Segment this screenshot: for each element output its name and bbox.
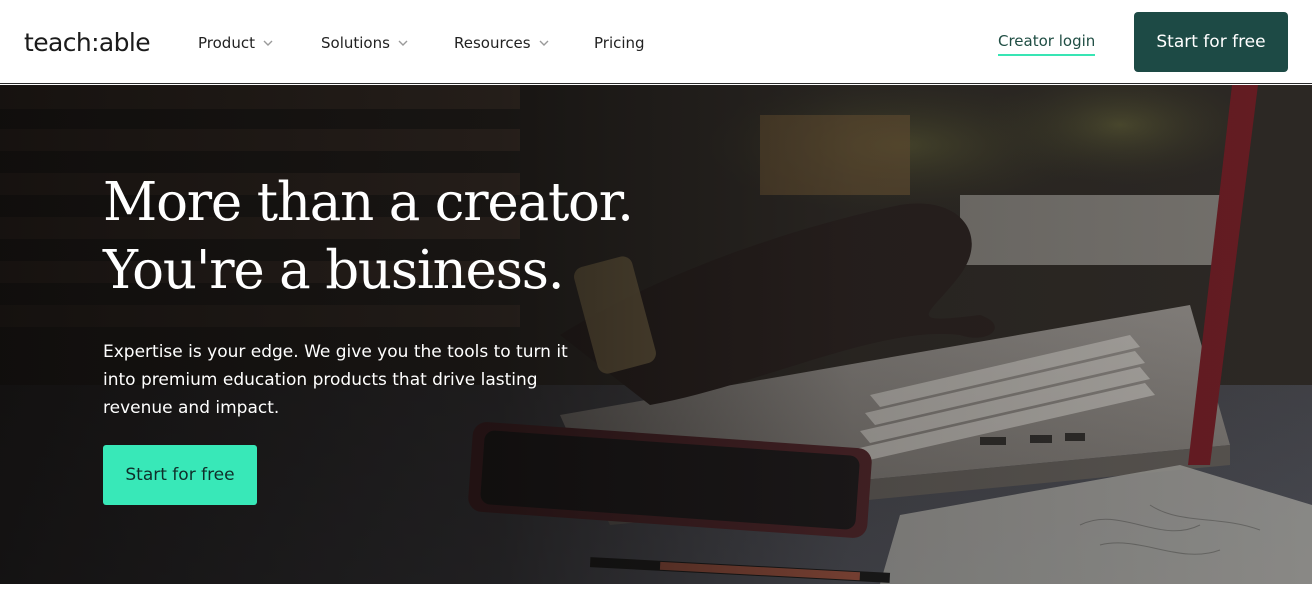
- creator-login-link[interactable]: Creator login: [998, 32, 1096, 56]
- nav-item-label: Solutions: [321, 34, 390, 52]
- nav-item-pricing[interactable]: Pricing: [594, 32, 645, 54]
- hero-start-free-button[interactable]: Start for free: [103, 445, 257, 505]
- nav-item-label: Product: [198, 34, 255, 52]
- hero-headline: More than a creator. You're a business.: [103, 169, 663, 305]
- nav-item-product[interactable]: Product: [198, 32, 275, 54]
- site-header: teach:able Product Solutions Resources P…: [0, 0, 1312, 84]
- nav-item-resources[interactable]: Resources: [454, 32, 551, 54]
- nav-item-label: Pricing: [594, 34, 645, 52]
- chevron-down-icon: [396, 36, 410, 50]
- nav-item-label: Resources: [454, 34, 531, 52]
- hero-section: More than a creator. You're a business. …: [0, 85, 1312, 584]
- hero-overlay: [0, 85, 1312, 584]
- header-start-free-button[interactable]: Start for free: [1134, 12, 1288, 72]
- teachable-logo[interactable]: teach:able: [24, 27, 151, 59]
- hero-headline-line-1: More than a creator.: [103, 172, 634, 233]
- hero-subtext: Expertise is your edge. We give you the …: [103, 342, 568, 418]
- nav-item-solutions[interactable]: Solutions: [321, 32, 410, 54]
- hero-headline-line-2: You're a business.: [103, 240, 565, 301]
- chevron-down-icon: [261, 36, 275, 50]
- chevron-down-icon: [537, 36, 551, 50]
